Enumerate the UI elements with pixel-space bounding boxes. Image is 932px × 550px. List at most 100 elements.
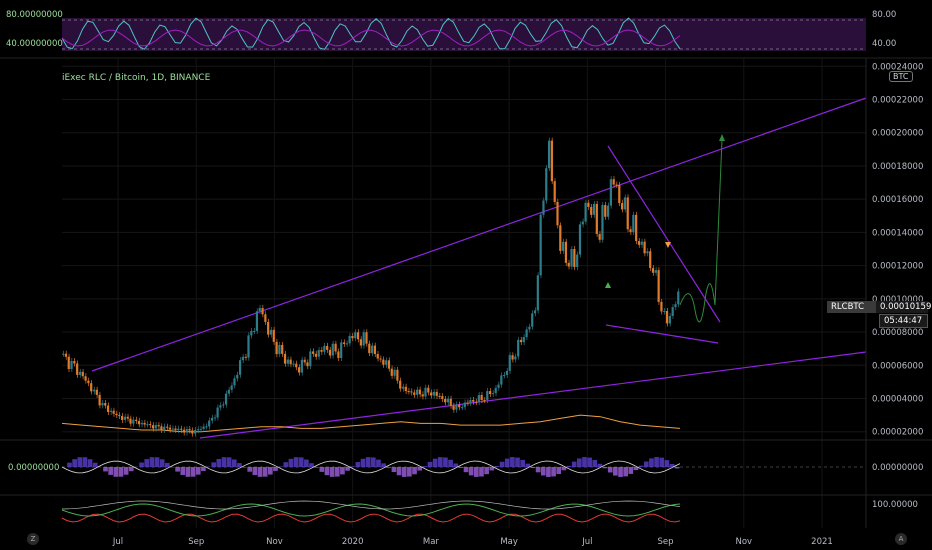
macd-bar	[437, 457, 443, 467]
candle	[179, 428, 183, 430]
candle	[140, 422, 143, 425]
candle	[208, 420, 211, 427]
auto-scale-button[interactable]: A	[895, 533, 907, 545]
candle	[365, 332, 368, 344]
candle	[149, 424, 152, 426]
macd-bar	[128, 467, 134, 472]
wedge-upper-line[interactable]	[607, 145, 721, 323]
candle	[292, 363, 295, 365]
candle	[407, 391, 410, 393]
macd-bar	[458, 467, 464, 468]
macd-bar	[226, 457, 232, 467]
candle	[213, 417, 216, 419]
candle	[236, 374, 239, 379]
macd-bar	[407, 467, 412, 477]
candle	[312, 351, 315, 354]
macd-bar	[288, 458, 294, 467]
candle	[514, 356, 517, 360]
candle	[665, 310, 669, 324]
macd-bar	[417, 467, 422, 471]
candle	[104, 403, 107, 406]
candle	[458, 404, 461, 408]
candle	[609, 179, 612, 206]
candle	[533, 310, 537, 314]
macd-bar	[195, 467, 201, 475]
candle	[483, 400, 486, 402]
chart-title: iExec RLC / Bitcoin, 1D, BINANCE	[62, 73, 211, 83]
candle	[651, 268, 655, 273]
candle	[244, 356, 247, 358]
candle	[618, 184, 621, 204]
candle	[90, 383, 93, 392]
candle	[517, 339, 520, 357]
candle	[460, 407, 464, 409]
candle	[438, 395, 441, 397]
main-panel: 0.00002000 0.00004000 0.00006000 0.00008000…	[61, 58, 923, 528]
candle	[379, 358, 382, 360]
macd-bar	[499, 461, 505, 467]
wedge-lower-line[interactable]	[605, 324, 719, 344]
candle	[342, 342, 346, 344]
y-tick-label: 0.00022000	[872, 96, 923, 106]
candle	[258, 307, 261, 312]
macd-bar	[396, 467, 402, 476]
candle	[286, 359, 289, 364]
candle	[494, 387, 497, 394]
rsi-panel: 80.00000000 40.00000000 80.00 40.00	[6, 10, 896, 51]
x-tick-label: May	[500, 537, 518, 547]
candle	[151, 425, 155, 429]
macd-bar	[237, 463, 242, 467]
macd-bar	[247, 467, 253, 472]
candle	[629, 229, 632, 232]
candle	[320, 350, 323, 352]
macd-bar	[540, 467, 546, 476]
x-tick-label: 2020	[342, 537, 364, 547]
candle	[415, 389, 419, 395]
macd-bar	[334, 467, 340, 477]
y-tick-label: 0.00014000	[872, 228, 923, 238]
macd-bar	[592, 460, 598, 467]
candle	[224, 393, 228, 405]
candle	[112, 410, 115, 414]
y-tick-label: 0.00002000	[872, 428, 923, 438]
candle	[373, 345, 377, 355]
currency-badge[interactable]: BTC	[889, 71, 913, 82]
candle	[640, 241, 643, 245]
candle	[238, 360, 242, 375]
candle	[424, 387, 427, 397]
macd-bar	[463, 467, 469, 473]
zoom-button[interactable]: Z	[27, 533, 39, 545]
macd-bar	[77, 457, 83, 467]
candle	[157, 425, 160, 427]
candle	[250, 331, 253, 336]
candle	[345, 343, 348, 345]
candle	[584, 202, 587, 222]
macd-bar	[391, 467, 397, 473]
candle	[78, 371, 82, 375]
candle	[531, 313, 534, 327]
candle	[567, 262, 570, 267]
macd-bar	[113, 467, 119, 477]
x-tick-label: Sep	[188, 537, 204, 547]
x-tick-label: Sep	[658, 537, 674, 547]
macd-bar	[618, 467, 623, 477]
candle	[171, 428, 174, 430]
candle	[84, 376, 87, 381]
macd-bar	[386, 467, 392, 468]
candle	[109, 410, 112, 412]
candle	[390, 368, 393, 376]
macd-bar	[638, 465, 644, 467]
macd-bar	[283, 462, 289, 467]
candle	[477, 395, 480, 403]
candle	[278, 344, 281, 355]
macd-bar	[139, 462, 144, 467]
candle	[547, 140, 551, 169]
candle	[615, 184, 618, 186]
macd-bar	[154, 457, 160, 467]
candle	[427, 387, 430, 393]
candle	[623, 197, 627, 210]
candle	[553, 181, 556, 202]
macd-bar	[582, 457, 587, 467]
candle	[163, 426, 166, 431]
upper-trendline[interactable]	[91, 97, 867, 372]
